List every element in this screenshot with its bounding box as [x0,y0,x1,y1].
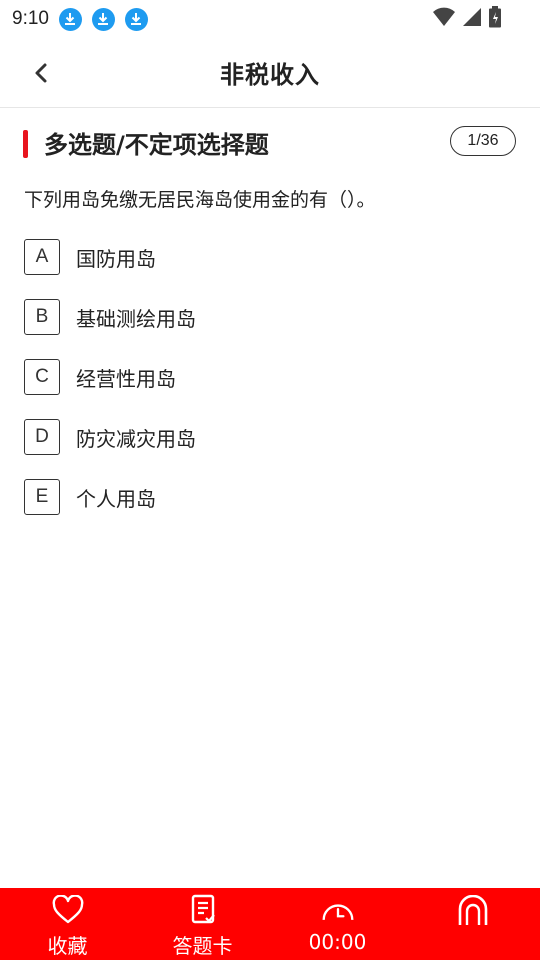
timer-icon [321,894,355,926]
question-text: 下列用岛免缴无居民海岛使用金的有（）。 [24,189,376,211]
header: 非税收入 [0,38,540,108]
option-letter: D [24,419,60,455]
option-d[interactable]: D 防灾减灾用岛 [24,419,514,455]
download-icon [58,7,82,31]
option-letter: C [24,359,60,395]
question-type: 多选题/不定项选择题 [44,131,269,159]
option-a[interactable]: A 国防用岛 [24,239,514,275]
timer-value: 00:00 [308,930,367,954]
favorite-tab[interactable]: 收藏 [0,888,135,960]
submit-icon [456,894,490,926]
answer-card-icon [186,894,220,926]
back-button[interactable] [24,56,58,90]
answer-card-tab[interactable]: 答题卡 [135,888,270,960]
question-counter[interactable]: 1/36 [450,126,516,156]
chevron-left-icon [35,63,47,83]
signal-icon [462,7,482,31]
download-icon [91,7,115,31]
option-text: 基础测绘用岛 [76,306,196,331]
tab-label: 答题卡 [172,934,233,958]
timer-tab[interactable]: 00:00 [270,888,405,960]
page-title: 非税收入 [220,61,320,89]
option-c[interactable]: C 经营性用岛 [24,359,514,395]
tab-label: 收藏 [47,934,88,958]
bottom-bar: 收藏 答题卡 00:00 [0,888,540,960]
submit-tab[interactable] [405,888,540,960]
heart-icon [51,894,85,926]
option-text: 防灾减灾用岛 [76,426,196,451]
status-bar: 9:10 [0,0,540,38]
option-e[interactable]: E 个人用岛 [24,479,514,515]
question-type-row: 多选题/不定项选择题 1/36 [0,120,540,164]
option-letter: A [24,239,60,275]
option-text: 经营性用岛 [76,366,176,391]
section-marker [23,130,28,158]
option-text: 国防用岛 [76,246,156,271]
option-text: 个人用岛 [76,486,156,511]
status-time: 9:10 [12,8,49,29]
option-letter: E [24,479,60,515]
download-icon [124,7,148,31]
option-letter: B [24,299,60,335]
battery-icon [488,6,502,32]
option-b[interactable]: B 基础测绘用岛 [24,299,514,335]
wifi-icon [432,7,456,31]
